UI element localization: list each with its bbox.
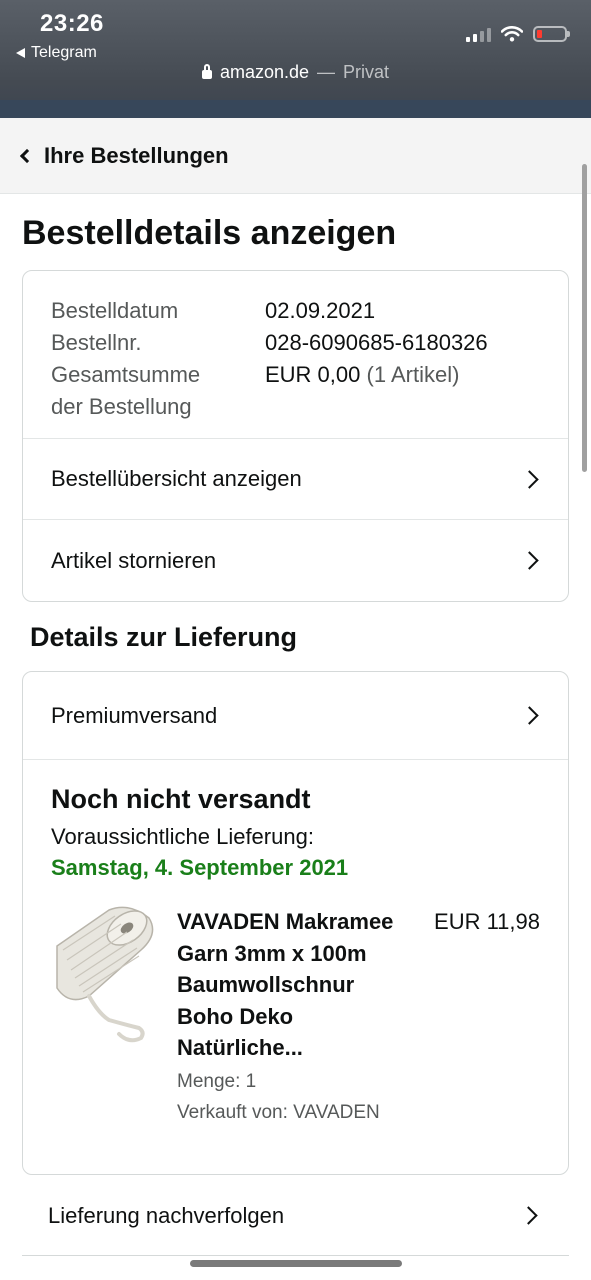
cellular-signal-icon [466,26,491,42]
breadcrumb[interactable]: Ihre Bestellungen [0,118,591,194]
shipping-method-label: Premiumversand [51,702,218,728]
chevron-right-icon [519,1206,538,1225]
chevron-right-icon [520,469,539,489]
item-title[interactable]: VAVADEN Makramee Garn 3mm x 100m Baumwol… [177,906,417,1064]
order-total-amount: EUR 0,00 [265,362,361,387]
chevron-right-icon [520,551,539,570]
order-total-label-line2: der Bestellung [51,394,192,419]
product-image[interactable] [49,906,159,1046]
item-seller: Verkauft von: VAVADEN [177,1101,380,1123]
back-app-label: Telegram [31,44,97,61]
order-details: Bestelldatum 02.09.2021 Bestellnr. 028-6… [23,271,568,439]
home-indicator[interactable] [190,1260,402,1267]
cancel-items-label: Artikel stornieren [51,547,217,573]
item-price: EUR 11,98 [434,909,540,934]
track-delivery-label: Lieferung nachverfolgen [48,1202,285,1228]
delivery-estimate-date: Samstag, 4. September 2021 [51,855,349,880]
order-summary-card: Bestelldatum 02.09.2021 Bestellnr. 028-6… [22,270,569,602]
chevron-left-icon [19,148,35,163]
delivery-estimate-label: Voraussichtliche Lieferung: [51,824,314,849]
order-total-row: Gesamtsumme der Bestellung EUR 0,00 (1 A… [51,359,540,423]
item-title-line: Natürliche... [177,1035,303,1060]
order-number-row: Bestellnr. 028-6090685-6180326 [51,327,540,359]
track-delivery-link[interactable]: Lieferung nachverfolgen [22,1176,569,1256]
item-info: VAVADEN Makramee Garn 3mm x 100m Baumwol… [177,906,417,1128]
order-overview-link[interactable]: Bestellübersicht anzeigen [23,439,568,520]
order-total-label-line1: Gesamtsumme [51,362,201,387]
shipping-method-link[interactable]: Premiumversand [23,672,568,760]
item-quantity: Menge: 1 [177,1070,257,1092]
shipment-status: Noch nicht versandt [51,784,311,814]
order-number-label: Bestellnr. [51,330,142,355]
battery-icon [533,26,570,42]
scrollbar[interactable] [582,164,587,472]
status-icons [466,26,570,42]
url-separator: — [317,62,336,82]
delivery-card: Premiumversand Noch nicht versandt Vorau… [22,671,569,1175]
wifi-icon [501,26,523,42]
item-title-line: Baumwollschnur [177,972,355,997]
item-title-line: VAVADEN Makramee [177,909,394,934]
order-item[interactable]: VAVADEN Makramee Garn 3mm x 100m Baumwol… [51,906,540,1128]
order-date-label: Bestelldatum [51,298,179,323]
url-mode: Privat [343,62,390,82]
order-total-label: Gesamtsumme der Bestellung [51,359,265,423]
back-to-app-link[interactable]: Telegram [16,44,97,62]
order-overview-label: Bestellübersicht anzeigen [51,466,302,491]
chevron-right-icon [520,706,539,725]
order-date-value: 02.09.2021 [265,298,376,323]
lock-icon [201,64,212,79]
back-triangle-icon [16,48,25,58]
clock: 23:26 [40,10,104,37]
url-host: amazon.de [219,62,310,82]
status-bar: 23:26 Telegram amazon.de — Privat [0,0,591,118]
url-bar[interactable]: amazon.de — Privat [0,62,591,83]
yarn-spool-image [56,906,154,1043]
order-total-items: (1 Artikel) [366,362,460,387]
order-total-value: EUR 0,00 (1 Artikel) [265,359,459,423]
delivery-section-title: Details zur Lieferung [30,622,298,652]
cancel-items-link[interactable]: Artikel stornieren [23,520,568,601]
item-title-line: Garn 3mm x 100m [177,940,367,966]
order-date-row: Bestelldatum 02.09.2021 [51,295,540,327]
breadcrumb-label: Ihre Bestellungen [44,142,229,168]
shipment-details: Noch nicht versandt Voraussichtliche Lie… [23,760,568,1150]
order-number-value: 028-6090685-6180326 [265,330,488,355]
page-title: Bestelldetails anzeigen [22,214,397,252]
header-band [0,100,591,118]
item-title-line: Boho Deko [177,1003,294,1029]
